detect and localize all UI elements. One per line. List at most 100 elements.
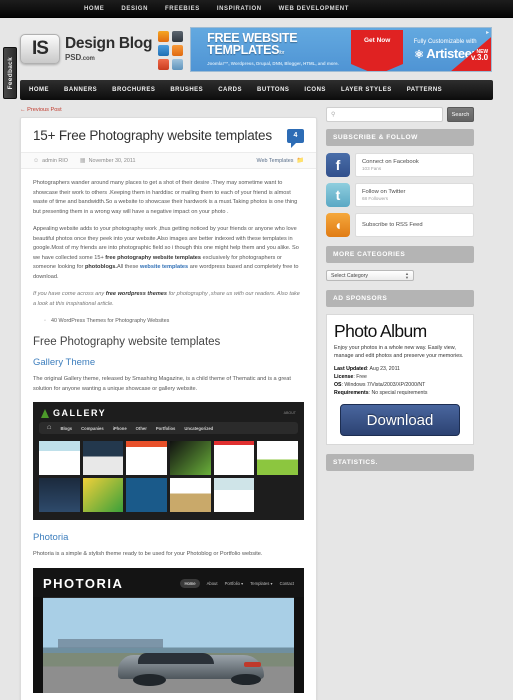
gallery-theme-heading[interactable]: Gallery Theme: [33, 357, 304, 368]
nav-item-layer-styles[interactable]: LAYER STYLES: [341, 87, 392, 93]
nav-item-icons[interactable]: ICONS: [304, 87, 326, 93]
post-paragraph-3: If you have come across any free wordpre…: [33, 290, 304, 309]
list-item[interactable]: 40 WordPress Themes for Photography Webs…: [44, 317, 304, 326]
photoria-nav-home: Home: [180, 578, 200, 588]
topbar-item-home[interactable]: HOME: [84, 6, 104, 12]
thumbnail: [257, 478, 298, 512]
ad-sponsors-heading: AD SPONSORS: [326, 290, 474, 307]
ad-banner-line2: TEMPLATESfor: [207, 44, 351, 59]
spec-requirements-label: Requirements: [334, 390, 369, 396]
nav-item-buttons[interactable]: BUTTONS: [257, 87, 289, 93]
post-author: ☺ admin RIO: [33, 158, 68, 164]
sponsor-ad-description: Enjoy your photos in a whole new way. Ea…: [334, 345, 464, 359]
post-category[interactable]: Web Templates 📁: [257, 157, 304, 165]
post-paragraph-2-bold2: photoblogs.: [84, 264, 117, 270]
twitter-glyph: t: [335, 187, 341, 203]
facebook-title: Connect on Facebook: [362, 159, 419, 165]
ad-get-now-button[interactable]: Get Now: [351, 29, 404, 71]
logo-text: Design Blog PSD.com: [65, 36, 152, 62]
site-logo[interactable]: IS Design Blog PSD.com: [20, 27, 152, 64]
photoria-nav-templates: Templates ▾: [250, 580, 273, 586]
html-icon[interactable]: [172, 59, 184, 70]
nav-item-home[interactable]: HOME: [29, 87, 49, 93]
rss-card[interactable]: Subscribe to RSS Feed: [355, 213, 474, 237]
ad-banner-text: FREE WEBSITE TEMPLATESfor Joomla!™, Word…: [191, 32, 351, 66]
thumbnail: [39, 441, 80, 475]
facebook-count: 103 Fans: [362, 166, 382, 171]
thumbnail: [170, 478, 211, 512]
post-author-label: admin RIO: [42, 157, 68, 164]
hero-car-window: [138, 652, 214, 664]
previous-post-link[interactable]: ← Previous Post: [20, 107, 317, 113]
drupal-icon[interactable]: [158, 45, 170, 56]
ad-banner-line2-main: TEMPLATES: [207, 43, 280, 57]
feedback-tab[interactable]: Feedback: [3, 47, 17, 99]
nav-item-patterns[interactable]: PATTERNS: [407, 87, 442, 93]
download-button[interactable]: Download: [340, 404, 460, 436]
page-body: ← Previous Post 15+ Free Photography web…: [20, 100, 493, 700]
gallery-shot-logo: GALLERY: [41, 408, 106, 418]
blogger-icon[interactable]: [172, 45, 184, 56]
chevron-updown-icon: ▲ ▼: [405, 270, 409, 280]
ad-choices-icon[interactable]: ▸: [486, 29, 489, 36]
social-row-facebook[interactable]: f Connect on Facebook 103 Fans: [326, 153, 474, 177]
header-ad-banner[interactable]: FREE WEBSITE TEMPLATESfor Joomla!™, Word…: [190, 27, 493, 72]
sponsor-ad[interactable]: Photo Album Enjoy your photos in a whole…: [326, 314, 474, 445]
gallery-nav-iphone: iPhone: [112, 425, 127, 431]
category-select[interactable]: Select Category ▲ ▼: [326, 270, 414, 281]
topbar-item-freebies[interactable]: FREEBIES: [165, 6, 200, 12]
thumbnail: [213, 441, 255, 475]
social-row-rss[interactable]: ◖ Subscribe to RSS Feed: [326, 213, 474, 237]
twitter-card[interactable]: Follow on Twitter 68 Followers: [355, 183, 474, 207]
post-date: ▦ November 30, 2011: [79, 157, 136, 165]
sponsor-ad-title: Photo Album: [334, 321, 427, 341]
photoria-shot-nav: Home About Portfolio ▾ Templates ▾ Conta…: [180, 578, 294, 588]
topbar-item-web-development[interactable]: WEB DEVELOPMENT: [279, 6, 349, 12]
hero-skyline: [58, 639, 164, 648]
magento-icon[interactable]: [158, 59, 170, 70]
gallery-nav-portfolios: Portfolios: [155, 425, 176, 431]
gallery-home-icon: ☖: [47, 425, 52, 431]
related-links-list: 40 WordPress Themes for Photography Webs…: [44, 317, 304, 326]
artisteer-logo-icon: ⚛: [414, 48, 424, 61]
nav-item-brushes[interactable]: BRUSHES: [170, 87, 203, 93]
facebook-icon[interactable]: f: [326, 153, 350, 177]
search-button[interactable]: Search: [447, 107, 474, 122]
hero-taillight: [243, 662, 262, 667]
post-date-label: November 30, 2011: [88, 157, 136, 164]
gallery-shot-logo-label: GALLERY: [53, 408, 107, 418]
thumbnail: [213, 478, 255, 512]
gallery-theme-description: The original Gallery theme, released by …: [33, 376, 291, 392]
nav-item-banners[interactable]: BANNERS: [64, 87, 97, 93]
social-row-twitter[interactable]: t Follow on Twitter 68 Followers: [326, 183, 474, 207]
gallery-shot-about-link: ABOUT: [283, 411, 296, 415]
facebook-glyph: f: [335, 157, 341, 173]
spec-license: License: Free: [334, 374, 367, 380]
facebook-card[interactable]: Connect on Facebook 103 Fans: [355, 153, 474, 177]
post-paragraph-2-c: All these: [116, 264, 140, 270]
rss-icon[interactable]: ◖: [326, 213, 350, 237]
gallery-nav-uncategorized: Uncategorized: [184, 425, 214, 431]
folder-icon: 📁: [296, 158, 304, 164]
search-box[interactable]: ⚲: [326, 107, 443, 122]
photoria-nav-portfolio: Portfolio ▾: [224, 580, 244, 586]
category-select-value: Select Category: [331, 272, 368, 279]
website-templates-link[interactable]: website templates: [140, 264, 188, 270]
calendar-icon: ▦: [79, 158, 86, 164]
topbar-item-design[interactable]: DESIGN: [121, 6, 148, 12]
search-input[interactable]: [338, 111, 438, 118]
comment-count-badge[interactable]: 4: [287, 128, 304, 148]
post-body: Photographers wander around many places …: [21, 169, 316, 700]
topbar-item-inspiration[interactable]: INSPIRATION: [217, 6, 262, 12]
sponsor-ad-specs: Last Updated: Aug 23, 2011 License: Free…: [334, 365, 466, 397]
gallery-shot-nav: ☖ Blogs Companies iPhone Other Portfolio…: [39, 422, 298, 434]
photoria-heading[interactable]: Photoria: [33, 532, 304, 543]
wordpress-icon[interactable]: [172, 31, 184, 42]
joomla-icon[interactable]: [158, 31, 170, 42]
site-header: IS Design Blog PSD.com FREE WEBSITE TEMP…: [20, 18, 493, 80]
ad-banner-line3: Joomla!™, Wordpress, Drupal, DNN, Blogge…: [207, 61, 339, 66]
twitter-icon[interactable]: t: [326, 183, 350, 207]
gallery-nav-other: Other: [135, 425, 147, 431]
nav-item-brochures[interactable]: BROCHURES: [112, 87, 155, 93]
nav-item-cards[interactable]: CARDS: [218, 87, 242, 93]
